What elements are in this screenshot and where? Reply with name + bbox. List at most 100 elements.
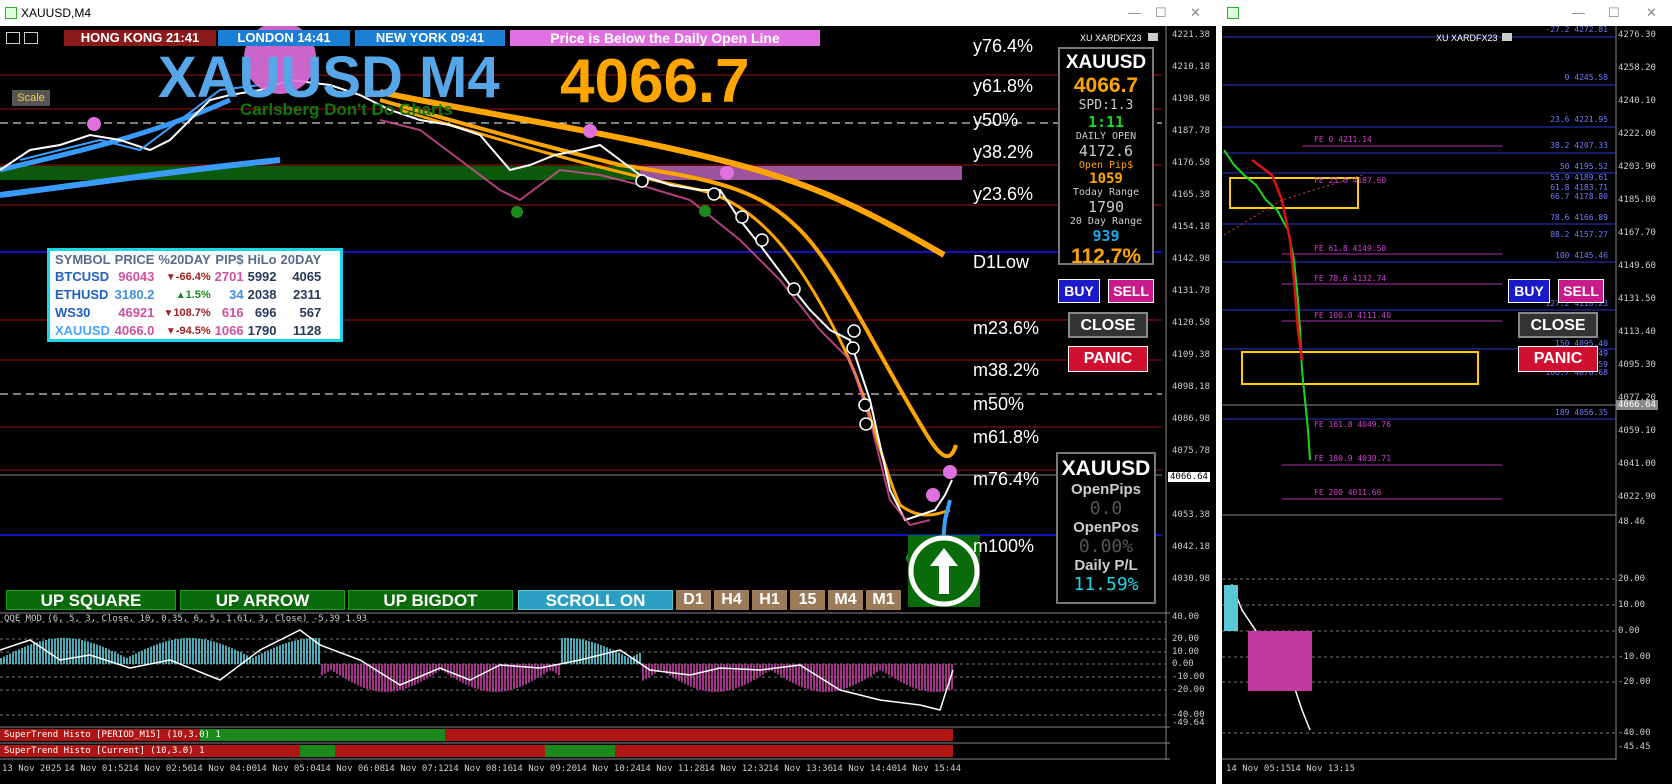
fib-label: y61.8% [973, 76, 1034, 96]
fib-label: D1Low [973, 252, 1030, 272]
qqe-indicator-label: QQE MOD (6, 5, 3, Close, 10, 0.35, 6, 5,… [4, 614, 368, 624]
fib-extension-label: FE 23.6 4187.60 [1314, 176, 1387, 185]
mid-ma-line [0, 97, 232, 173]
time-tick: 14 Nov 07:12 [384, 764, 450, 774]
big-price: 4066.7 [560, 47, 750, 116]
buy-button[interactable]: BUY [1058, 279, 1100, 303]
fib-label: y76.4% [973, 36, 1034, 56]
buy-button-secondary[interactable]: BUY [1508, 279, 1550, 303]
osc-axis-tick: 20.00 [1618, 574, 1646, 584]
fib-level-label: 0 4245.58 [1564, 73, 1608, 82]
up-arrow-button[interactable]: UP ARROW [180, 590, 345, 610]
diamond-markers [635, 174, 873, 431]
panic-button[interactable]: PANIC [1068, 346, 1148, 372]
pips-cell: 2701 [214, 269, 244, 284]
price-tick: 4131.50 [1618, 294, 1656, 304]
secondary-broker-label: XU XARDFX23 [1436, 33, 1498, 43]
sell-button-secondary[interactable]: SELL [1558, 279, 1604, 303]
fib-extension-label: FE 100.0 4111.40 [1314, 311, 1392, 320]
price-tick: 4142.98 [1172, 254, 1210, 264]
chart-menu-icon[interactable] [6, 32, 20, 44]
timeframe-d1-button[interactable]: D1 [676, 590, 711, 610]
window-divider [1216, 0, 1222, 784]
symbol-table-row: BTCUSD 96043 ▼-66.4% 2701 5992 4065 [53, 268, 323, 286]
time-tick: 14 Nov 02:56 [128, 764, 194, 774]
price-cell: 4066.0 [114, 323, 155, 338]
signal-dot [87, 117, 101, 131]
qqe-axis-tick: 10.00 [1172, 647, 1200, 657]
day20-cell: 2311 [293, 287, 322, 302]
maximize-icon[interactable]: ☐ [1155, 5, 1167, 21]
chart-settings-icon[interactable] [24, 32, 38, 44]
symbol-table-panel: SYMBOL PRICE %20DAY PIP$ HiLo 20DAY BTCU… [47, 248, 343, 342]
account-open-pips-label: OpenPips [1070, 481, 1141, 498]
time-tick: 14 Nov 04:00 [192, 764, 258, 774]
sell-button[interactable]: SELL [1108, 279, 1154, 303]
symbol-table: SYMBOL PRICE %20DAY PIP$ HiLo 20DAY BTCU… [53, 252, 323, 340]
secondary-price-chart[interactable] [1222, 26, 1672, 784]
chart-window-icon [5, 7, 17, 19]
close-icon[interactable]: ✕ [1646, 5, 1657, 21]
time-tick: 14 Nov 13:15 [1290, 764, 1356, 774]
close-button[interactable]: CLOSE [1068, 312, 1148, 338]
close-icon[interactable]: ✕ [1190, 5, 1201, 21]
info-daily-open: 4172.6 [1078, 142, 1134, 160]
fib-extension-label: FE 180.9 4030.71 [1314, 454, 1392, 463]
price-tick: 4131.78 [1172, 286, 1210, 296]
timeframe-h4-button[interactable]: H4 [714, 590, 749, 610]
day20-cell: 4065 [292, 269, 322, 284]
minimize-icon[interactable]: — [1128, 5, 1141, 20]
qqe-level-lines [0, 621, 1166, 716]
price-tick: 4222.00 [1618, 129, 1656, 139]
symbol-cell: WS30 [55, 305, 91, 320]
price-tick: 4022.90 [1618, 492, 1656, 502]
signal-dot [926, 488, 940, 502]
pct-cell: ▼-66.4% [156, 268, 212, 286]
day20-cell: 567 [299, 305, 322, 320]
pips-cell: 1066 [214, 323, 244, 338]
fib-level-label: 61.8 4183.71 [1550, 183, 1608, 192]
timeframe-15-button[interactable]: 15 [790, 590, 825, 610]
fib-label: m61.8% [973, 427, 1040, 447]
fib-level-label: 50 4195.52 [1559, 162, 1608, 171]
panic-button-secondary[interactable]: PANIC [1518, 346, 1598, 372]
signal-dot [583, 124, 597, 138]
price-tick: 4059.10 [1618, 426, 1656, 436]
info-20day: 939 [1092, 227, 1120, 245]
scroll-on-button[interactable]: SCROLL ON [518, 590, 673, 610]
scale-button[interactable]: Scale [12, 90, 50, 106]
fib-extension-label: FE 61.8 4149.50 [1314, 244, 1387, 253]
fib-extension-label: FE 161.8 4049.76 [1314, 420, 1392, 429]
pct-value: 1.5% [185, 289, 211, 301]
timeframe-h1-button[interactable]: H1 [752, 590, 787, 610]
fib-label: y23.6% [973, 184, 1034, 204]
hilo-cell: 2038 [247, 287, 277, 302]
price-chart[interactable] [0, 26, 1216, 784]
signal-dot-green [511, 206, 523, 218]
close-button-secondary[interactable]: CLOSE [1518, 312, 1598, 338]
price-tick: 4165.38 [1172, 190, 1210, 200]
up-square-button[interactable]: UP SQUARE [6, 590, 176, 610]
fib-label: y50% [973, 110, 1019, 130]
price-tick: 4240.10 [1618, 96, 1656, 106]
price-tick: 4198.98 [1172, 94, 1210, 104]
osc-axis-tick: -10.00 [1618, 652, 1651, 662]
hilo-cell: 5992 [247, 269, 277, 284]
price-tick: 4075.78 [1172, 446, 1210, 456]
timeframe-m1-button[interactable]: M1 [866, 590, 901, 610]
fib-level-label: 88.2 4157.27 [1550, 230, 1608, 239]
supertrend-current-bar [300, 745, 335, 757]
signal-dot [943, 465, 957, 479]
col-20day: 20DAY [280, 252, 322, 267]
timeframe-m4-button[interactable]: M4 [828, 590, 863, 610]
maximize-icon[interactable]: ☐ [1608, 5, 1620, 21]
up-bigdot-button[interactable]: UP BIGDOT [348, 590, 513, 610]
price-tick: 4042.18 [1172, 542, 1210, 552]
account-daily-pl: 11.59% [1073, 574, 1139, 595]
price-tick: 4167.70 [1618, 228, 1656, 238]
col-hilo: HiLo [247, 252, 277, 267]
minimize-icon[interactable]: — [1572, 5, 1585, 20]
time-tick: 14 Nov 10:24 [576, 764, 642, 774]
fib-level-label: 189 4056.35 [1555, 408, 1608, 417]
fib-level-label: 23.6 4221.95 [1550, 115, 1608, 124]
